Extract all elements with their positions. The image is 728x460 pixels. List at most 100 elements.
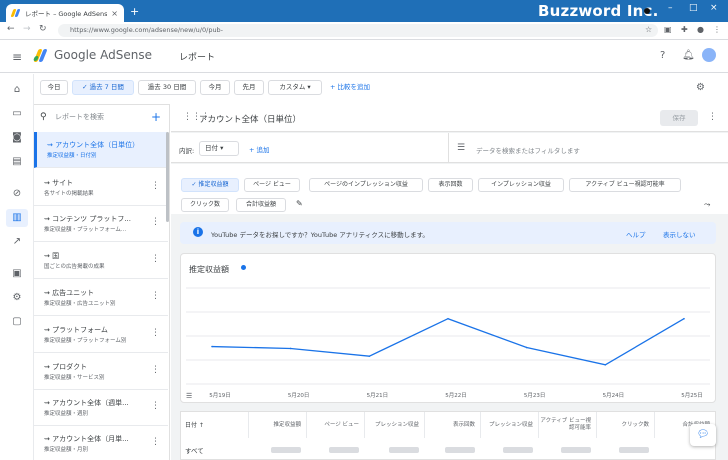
- home-icon[interactable]: ⌂: [9, 83, 25, 97]
- date-chip-last-month[interactable]: 先月: [234, 80, 264, 95]
- search-icon[interactable]: ⚲: [40, 112, 47, 122]
- new-tab-button[interactable]: +: [130, 5, 139, 18]
- column-header[interactable]: アクティブ ビュー視認可能率: [539, 412, 597, 438]
- date-chip-this-month[interactable]: 今月: [200, 80, 230, 95]
- reload-icon[interactable]: ↻: [39, 24, 47, 34]
- banner-help-link[interactable]: ヘルプ: [626, 229, 646, 239]
- more-vert-icon[interactable]: ⋮: [708, 112, 717, 122]
- url-field[interactable]: https://www.google.com/adsense/new/u/0/p…: [58, 24, 658, 37]
- minimize-button[interactable]: –: [668, 3, 673, 13]
- data-point[interactable]: [447, 317, 449, 320]
- data-point[interactable]: [368, 355, 371, 357]
- avatar[interactable]: [702, 48, 716, 62]
- pencil-icon[interactable]: ✎: [296, 199, 303, 208]
- column-header[interactable]: プレッション収益: [481, 412, 539, 438]
- date-chip-today[interactable]: 今日: [40, 80, 68, 95]
- legend-dot: [241, 265, 246, 270]
- filter-icon[interactable]: ☰: [457, 143, 465, 153]
- browser-icon[interactable]: ▤: [9, 155, 25, 169]
- data-point[interactable]: [683, 317, 685, 320]
- forward-icon[interactable]: →: [23, 24, 31, 34]
- table-toggle-icon[interactable]: ☰: [186, 392, 192, 400]
- metric-chip-impression-rpm[interactable]: インプレッション収益: [478, 178, 564, 192]
- data-point[interactable]: [604, 364, 607, 366]
- payments-icon[interactable]: ▣: [9, 267, 25, 281]
- puzzle-icon[interactable]: ✚: [681, 25, 688, 34]
- date-chip-7days[interactable]: ✓ 過去 7 日間: [72, 80, 134, 95]
- date-chip-30days[interactable]: 過去 30 日間: [138, 80, 196, 95]
- hamburger-menu-icon[interactable]: ≡: [12, 50, 22, 64]
- more-vert-icon[interactable]: ⋮: [151, 217, 160, 227]
- add-report-button[interactable]: +: [151, 110, 161, 124]
- sites-icon[interactable]: ▭: [9, 107, 25, 121]
- profile-dot-icon[interactable]: [644, 8, 650, 14]
- metric-chip-clicks[interactable]: クリック数: [181, 198, 229, 212]
- metric-chip-estimated-earnings[interactable]: ✓ 推定収益額: [181, 178, 239, 192]
- save-button[interactable]: 保存: [660, 110, 698, 126]
- column-header[interactable]: 表示回数: [425, 412, 481, 438]
- feedback-chat-button[interactable]: 💬︎: [690, 424, 716, 446]
- banner-dismiss-link[interactable]: 表示しない: [663, 229, 696, 239]
- browser-tab[interactable]: レポート – Google AdSense ×: [6, 4, 124, 22]
- column-header-date[interactable]: 日付 ↑: [181, 412, 249, 438]
- report-item-ad-unit[interactable]: ⇝ 広告ユニット 推定収益額・広告ユニット別 ⋮: [34, 280, 168, 316]
- report-item-content-platform[interactable]: ⇝ コンテンツ プラットフ... 推定収益額・プラットフォーム... ⋮: [34, 206, 168, 242]
- data-point[interactable]: [525, 346, 528, 349]
- metric-chip-impressions[interactable]: 表示回数: [428, 178, 473, 192]
- column-header[interactable]: プレッション収益: [365, 412, 425, 438]
- more-vert-icon[interactable]: ⋮: [151, 254, 160, 264]
- compare-button[interactable]: + 比較を追加: [330, 80, 370, 95]
- bell-icon[interactable]: 🔔︎: [682, 50, 695, 61]
- metric-chip-page-rpm[interactable]: ページのインプレッション収益: [309, 178, 423, 192]
- report-item-account-monthly[interactable]: ⇝ アカウント全体（月単... 推定収益額・月別 ⋮: [34, 426, 168, 460]
- product-name: Google AdSense: [54, 48, 152, 62]
- star-icon[interactable]: ☆: [645, 25, 652, 34]
- menu-dots-icon[interactable]: ⋮: [713, 25, 721, 34]
- report-item-product[interactable]: ⇝ プロダクト 推定収益額・サービス別 ⋮: [34, 354, 168, 390]
- gear-icon[interactable]: ⚙: [696, 82, 705, 93]
- list-scrollbar[interactable]: [166, 132, 169, 222]
- extension-icon[interactable]: ▣: [664, 25, 672, 34]
- trend-icon[interactable]: ↗: [9, 235, 25, 249]
- more-vert-icon[interactable]: ⋮: [151, 437, 160, 447]
- more-vert-icon[interactable]: ⋮: [151, 401, 160, 411]
- more-vert-icon[interactable]: ⋮: [151, 328, 160, 338]
- report-item-account-weekly[interactable]: ⇝ アカウント全体（週単... 推定収益額・週別 ⋮: [34, 390, 168, 426]
- data-point[interactable]: [211, 345, 213, 348]
- reports-icon[interactable]: ▥: [9, 211, 25, 225]
- column-header[interactable]: クリック数: [597, 412, 655, 438]
- dimension-select[interactable]: 日付 ▾: [199, 141, 239, 156]
- back-icon[interactable]: ←: [7, 24, 15, 34]
- data-point[interactable]: [289, 347, 292, 350]
- series-line[interactable]: [211, 318, 685, 366]
- more-vert-icon[interactable]: ⋮: [151, 365, 160, 375]
- x-tick-label: 5月25日: [681, 392, 703, 399]
- account-icon[interactable]: ●: [697, 25, 704, 34]
- maximize-button[interactable]: □: [689, 3, 698, 13]
- tab-close-icon[interactable]: ×: [111, 9, 118, 18]
- date-chip-custom[interactable]: カスタム ▾: [268, 80, 322, 95]
- filter-input[interactable]: データを検索またはフィルタします: [476, 145, 580, 155]
- column-header[interactable]: ページ ビュー: [307, 412, 365, 438]
- redacted-value: [619, 447, 649, 453]
- report-item-platform[interactable]: ⇝ プラットフォーム 推定収益額・プラットフォーム別 ⋮: [34, 317, 168, 353]
- help-icon[interactable]: ?: [660, 50, 665, 61]
- block-icon[interactable]: ⊘: [9, 187, 25, 201]
- more-vert-icon[interactable]: ⋮: [151, 181, 160, 191]
- metric-chip-total-earnings[interactable]: 合計収益額: [236, 198, 286, 212]
- report-item-title: ⇝ アカウント全体（日単位）: [47, 141, 140, 149]
- feedback-icon[interactable]: ▢: [9, 315, 25, 329]
- add-dimension-button[interactable]: + 追加: [249, 144, 270, 154]
- report-item-account-daily[interactable]: ⇝ アカウント全体（日単位） 推定収益額・日付別: [34, 132, 168, 168]
- metric-chip-page-views[interactable]: ページ ビュー: [244, 178, 300, 192]
- collapse-chart-icon[interactable]: ⤳: [704, 200, 710, 210]
- more-vert-icon[interactable]: ⋮: [151, 291, 160, 301]
- close-window-button[interactable]: ×: [710, 3, 718, 13]
- settings-icon[interactable]: ⚙: [9, 291, 25, 305]
- report-item-country[interactable]: ⇝ 国 国ごとの広告掲載の成果 ⋮: [34, 243, 168, 279]
- ads-icon[interactable]: ◙: [9, 131, 25, 145]
- metric-chip-active-view[interactable]: アクティブ ビュー視認可能率: [569, 178, 681, 192]
- report-item-sites[interactable]: ⇝ サイト 各サイトの掲載結果 ⋮: [34, 170, 168, 206]
- report-search-input[interactable]: レポートを検索: [55, 112, 104, 122]
- column-header[interactable]: 推定収益額: [249, 412, 307, 438]
